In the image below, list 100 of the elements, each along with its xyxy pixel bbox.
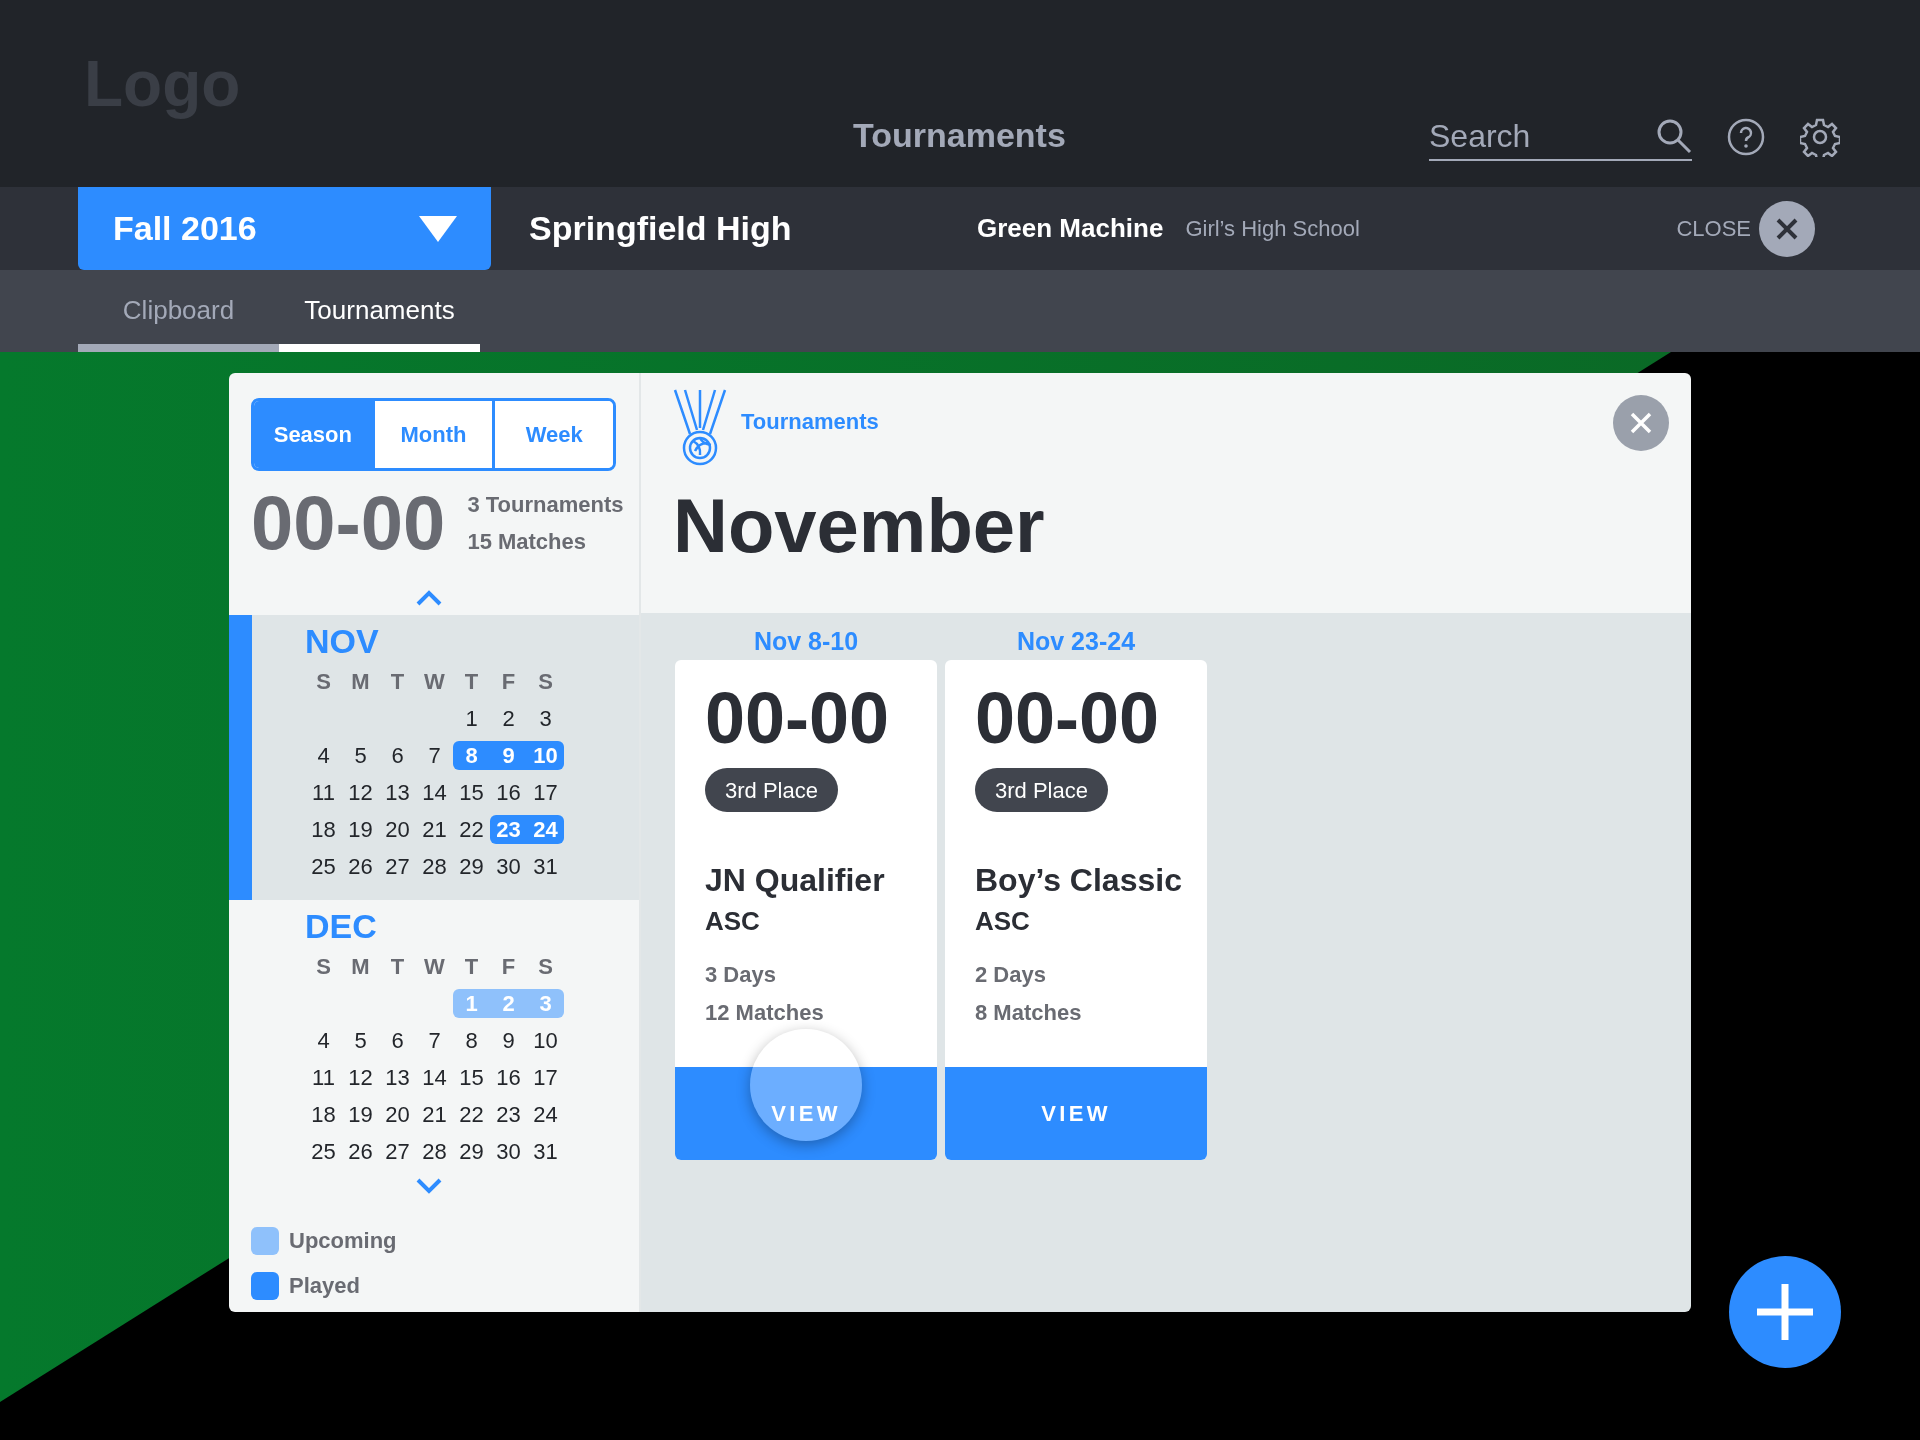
weekday-label: S	[537, 668, 554, 696]
month-title: November	[673, 488, 1045, 564]
tournament-matches: 12 Matches	[705, 1002, 824, 1024]
calendar-day[interactable]: 18	[305, 1100, 342, 1129]
weekday-label: S	[537, 953, 554, 981]
calendar-day[interactable]: 10	[527, 1026, 564, 1055]
weekday-label: M	[350, 953, 371, 981]
tournament-org: ASC	[705, 908, 760, 934]
search-field[interactable]: Search	[1429, 113, 1656, 159]
calendar-day[interactable]: 6	[379, 741, 416, 770]
weekday-label: S	[315, 953, 332, 981]
calendar-day[interactable]: 7	[416, 1026, 453, 1055]
weekday-label: T	[389, 668, 406, 696]
section-title: Tournaments	[741, 408, 879, 436]
calendar-day[interactable]: 4	[305, 1026, 342, 1055]
calendar-day[interactable]: 18	[305, 815, 342, 844]
calendar-day[interactable]: 19	[342, 815, 379, 844]
caret-icon	[419, 215, 457, 242]
calendar-day[interactable]: 29	[453, 852, 490, 881]
calendar-day[interactable]: 12	[342, 778, 379, 807]
calendar-day[interactable]: 5	[342, 741, 379, 770]
close-label: CLOSE	[1676, 215, 1751, 243]
calendar-day[interactable]: 9	[490, 1026, 527, 1055]
calendar-day[interactable]: 31	[527, 1137, 564, 1166]
month-label: NOV	[305, 620, 379, 662]
tournament-days: 3 Days	[705, 964, 776, 986]
calendar-day[interactable]: 20	[379, 1100, 416, 1129]
weekday-label: S	[315, 668, 332, 696]
weekday-label: F	[500, 668, 517, 696]
calendar-day[interactable]: 14	[416, 778, 453, 807]
calendar-day[interactable]: 1	[453, 704, 490, 733]
weekday-label: T	[389, 953, 406, 981]
calendar-day[interactable]: 15	[453, 778, 490, 807]
calendar-day[interactable]: 8	[453, 1026, 490, 1055]
calendar-day[interactable]: 15	[453, 1063, 490, 1092]
weekday-label: M	[350, 668, 371, 696]
calendar-day[interactable]: 23	[490, 1100, 527, 1129]
calendar-day[interactable]: 20	[379, 815, 416, 844]
weekday-label: T	[463, 668, 480, 696]
calendar-day[interactable]: 11	[305, 1063, 342, 1092]
calendar-day[interactable]: 16	[490, 1063, 527, 1092]
calendar-day[interactable]: 28	[416, 852, 453, 881]
calendar-day[interactable]: 12	[342, 1063, 379, 1092]
weekday-label: W	[423, 668, 446, 696]
calendar-day[interactable]: 17	[527, 1063, 564, 1092]
calendar-day[interactable]: 25	[305, 1137, 342, 1166]
calendar-day[interactable]: 24	[527, 1100, 564, 1129]
chevron-down-icon[interactable]	[416, 1178, 442, 1194]
calendar-day[interactable]: 27	[379, 1137, 416, 1166]
close-button[interactable]	[1613, 395, 1669, 451]
calendar-day[interactable]: 13	[379, 1063, 416, 1092]
calendar-day[interactable]: 13	[379, 778, 416, 807]
calendar-day[interactable]: 29	[453, 1137, 490, 1166]
tournament-score: 00-00	[975, 682, 1160, 754]
calendar-day[interactable]: 31	[527, 852, 564, 881]
calendar-day[interactable]: 30	[490, 1137, 527, 1166]
calendar-day[interactable]: 22	[453, 1100, 490, 1129]
calendar-day[interactable]: 16	[490, 778, 527, 807]
tournament-days: 2 Days	[975, 964, 1046, 986]
calendar-day[interactable]: 21	[416, 815, 453, 844]
weekday-label: W	[423, 953, 446, 981]
calendar-day[interactable]: 26	[342, 852, 379, 881]
season-record: 00-00	[251, 485, 446, 561]
date-range: Nov 23-24	[1016, 629, 1136, 657]
calendar-day[interactable]: 28	[416, 1137, 453, 1166]
place-badge: 3rd Place	[705, 768, 838, 812]
calendar-day[interactable]: 21	[416, 1100, 453, 1129]
calendar-day[interactable]: 22	[453, 815, 490, 844]
search-icon[interactable]	[1656, 118, 1692, 154]
weekday-label: T	[463, 953, 480, 981]
close-icon	[1775, 216, 1799, 241]
tournament-score: 00-00	[705, 682, 890, 754]
calendar-day[interactable]: 26	[342, 1137, 379, 1166]
calendar-day[interactable]: 14	[416, 1063, 453, 1092]
tournament-matches: 8 Matches	[975, 1002, 1082, 1024]
month-label: DEC	[305, 905, 377, 947]
chevron-up-icon[interactable]	[416, 590, 442, 606]
team-name: Green Machine	[977, 212, 1164, 245]
team-type: Girl’s High School	[1185, 215, 1360, 243]
calendar-day[interactable]: 19	[342, 1100, 379, 1129]
calendar-day[interactable]: 17	[527, 778, 564, 807]
calendar-day[interactable]: 30	[490, 852, 527, 881]
calendar-day[interactable]: 7	[416, 741, 453, 770]
date-range: Nov 8-10	[753, 629, 859, 657]
calendar-day[interactable]: 6	[379, 1026, 416, 1055]
legend-label: Upcoming	[289, 1227, 397, 1255]
calendar-day[interactable]: 27	[379, 852, 416, 881]
calendar-day[interactable]: 25	[305, 852, 342, 881]
help-icon[interactable]	[1727, 118, 1765, 156]
weekday-label: F	[500, 953, 517, 981]
settings-icon[interactable]	[1800, 117, 1840, 157]
calendar-day[interactable]: 5	[342, 1026, 379, 1055]
calendar-day[interactable]: 11	[305, 778, 342, 807]
season-stat: 15 Matches	[467, 528, 587, 556]
school-name: Springfield High	[529, 209, 792, 247]
calendar-day[interactable]: 3	[527, 704, 564, 733]
calendar-day[interactable]: 2	[490, 704, 527, 733]
place-badge: 3rd Place	[975, 768, 1108, 812]
season-stat: 3 Tournaments	[467, 491, 624, 519]
calendar-day[interactable]: 4	[305, 741, 342, 770]
